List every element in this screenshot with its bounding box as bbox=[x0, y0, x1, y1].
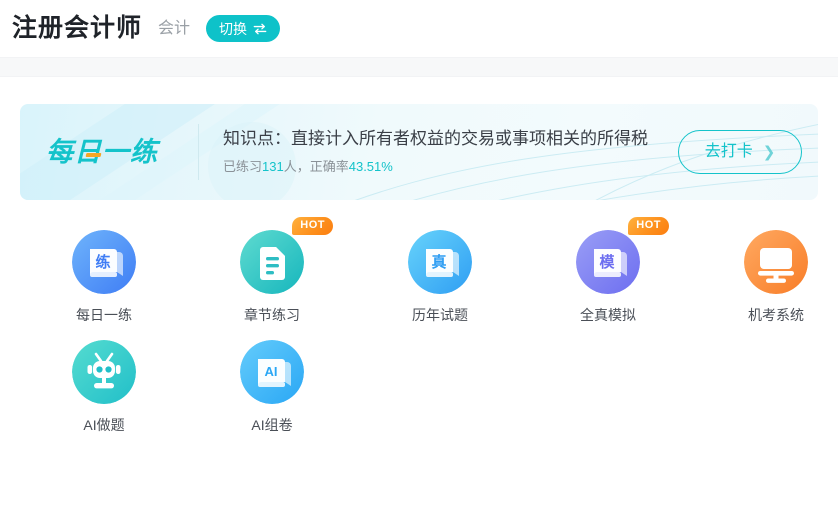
robot-icon bbox=[72, 340, 136, 404]
svg-text:模: 模 bbox=[599, 253, 615, 271]
page-title: 注册会计师 bbox=[12, 14, 143, 42]
feature-entry[interactable]: AI AI组卷 bbox=[188, 340, 356, 432]
stats-practiced-count: 131 bbox=[262, 159, 284, 175]
go-checkin-label: 去打卡 bbox=[704, 143, 753, 160]
svg-text:练: 练 bbox=[95, 253, 110, 271]
document-lines-icon bbox=[240, 230, 304, 294]
feature-entry[interactable]: AI做题 bbox=[20, 340, 188, 432]
entry-icon-container: 模 HOT bbox=[576, 217, 669, 294]
entry-icon-container: AI bbox=[240, 340, 304, 404]
chevron-right-icon: ❯ bbox=[762, 142, 776, 161]
banner-content: 知识点：直接计入所有者权益的交易或事项相关的所得税 已练习131人，正确率43.… bbox=[223, 128, 660, 175]
entry-icon-container: HOT bbox=[240, 217, 333, 294]
knowledge-point-text: 知识点：直接计入所有者权益的交易或事项相关的所得税 bbox=[223, 128, 648, 148]
book-mock-exam-icon: 模 bbox=[576, 230, 640, 294]
entry-label: 每日一练 bbox=[76, 307, 132, 323]
daily-practice-section: 每日一练 知识点：直接计入所有者权益的交易或事项相关的所得税 已练习131人，正… bbox=[0, 104, 838, 200]
logo-accent-bar bbox=[85, 152, 102, 157]
monitor-icon bbox=[744, 230, 808, 294]
entry-icon-container: 练 bbox=[72, 230, 136, 294]
entry-label: 全真模拟 bbox=[580, 307, 636, 323]
daily-practice-banner[interactable]: 每日一练 知识点：直接计入所有者权益的交易或事项相关的所得税 已练习131人，正… bbox=[20, 104, 818, 200]
feature-entry[interactable]: 机考系统 bbox=[692, 230, 838, 322]
section-divider bbox=[0, 57, 838, 77]
hot-badge: HOT bbox=[628, 217, 669, 236]
practice-stats: 已练习131人，正确率43.51% bbox=[223, 160, 660, 174]
entry-icon-container bbox=[72, 340, 136, 404]
feature-entry[interactable]: HOT 章节练习 bbox=[188, 217, 356, 323]
switch-button-label: 切换 bbox=[219, 20, 248, 37]
svg-text:AI: AI bbox=[265, 364, 278, 379]
daily-practice-logo-text: 每日一练 bbox=[46, 136, 158, 167]
entry-label: AI做题 bbox=[83, 417, 125, 433]
app-header: 注册会计师 会计 切换 bbox=[0, 0, 838, 57]
svg-text:真: 真 bbox=[431, 253, 446, 271]
stats-prefix: 已练习 bbox=[223, 159, 263, 175]
swap-arrows-icon bbox=[253, 23, 267, 34]
entry-label: 历年试题 bbox=[412, 307, 468, 323]
ai-paper-icon: AI bbox=[240, 340, 304, 404]
switch-subject-button[interactable]: 切换 bbox=[206, 15, 281, 42]
go-checkin-button[interactable]: 去打卡 ❯ bbox=[678, 130, 802, 174]
book-real-exam-icon: 真 bbox=[408, 230, 472, 294]
hot-badge: HOT bbox=[292, 217, 333, 236]
current-subject-label: 会计 bbox=[158, 19, 191, 37]
entry-label: 章节练习 bbox=[244, 307, 300, 323]
stats-accuracy-rate: 43.51% bbox=[348, 159, 393, 175]
feature-entry-grid: 练 每日一练 HOT 章节练习 真 历年试题 模 HOT 全真模拟 机考系统 A… bbox=[20, 200, 838, 432]
spacer bbox=[0, 77, 838, 104]
feature-entry[interactable]: 真 历年试题 bbox=[356, 230, 524, 322]
entry-label: AI组卷 bbox=[251, 417, 293, 433]
banner-separator bbox=[198, 124, 199, 180]
feature-entry[interactable]: 模 HOT 全真模拟 bbox=[524, 217, 692, 323]
stats-middle: 人，正确率 bbox=[283, 159, 349, 175]
feature-entry[interactable]: 练 每日一练 bbox=[20, 230, 188, 322]
daily-practice-logo: 每日一练 bbox=[46, 136, 198, 167]
entry-icon-container bbox=[744, 230, 808, 294]
entry-label: 机考系统 bbox=[748, 307, 804, 323]
entry-icon-container: 真 bbox=[408, 230, 472, 294]
book-practice-icon: 练 bbox=[72, 230, 136, 294]
